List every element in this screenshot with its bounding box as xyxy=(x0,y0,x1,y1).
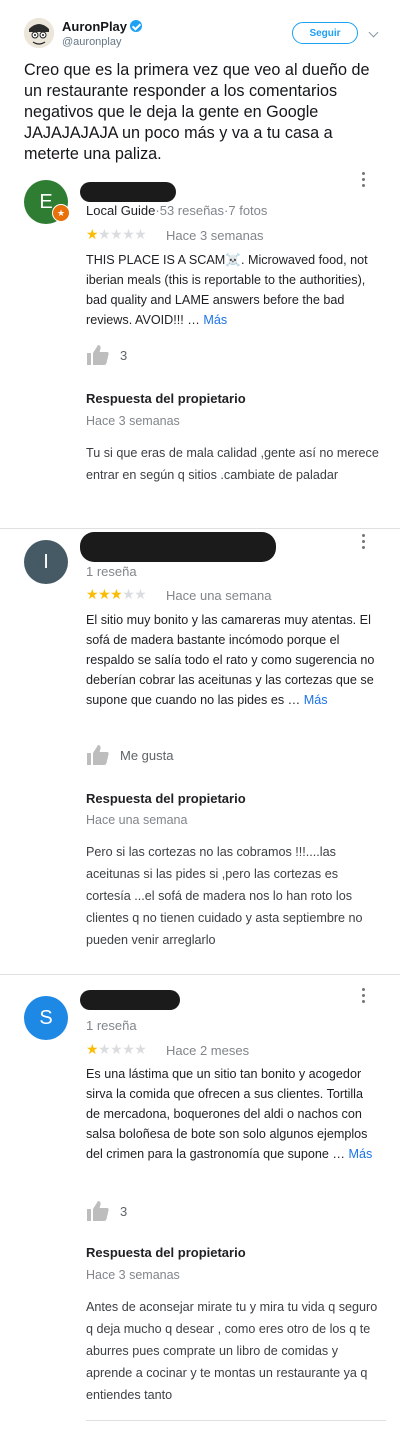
star-empty-icon: ★ xyxy=(134,586,147,602)
reviewer-name-redacted xyxy=(80,990,180,1010)
star-empty-icon: ★ xyxy=(98,226,111,242)
star-empty-icon: ★ xyxy=(134,1041,147,1057)
avatar-letter: I xyxy=(43,551,49,573)
avatar[interactable]: S xyxy=(24,996,68,1040)
owner-response-date: Hace una semana xyxy=(86,813,188,827)
owner-response-text: Tu si que eras de mala calidad ,gente as… xyxy=(86,446,379,482)
like-count: 3 xyxy=(120,1203,128,1219)
avatar-cartoon-icon xyxy=(24,18,54,48)
reviewer-meta[interactable]: Local Guide·53 reseñas·7 fotos xyxy=(86,203,267,218)
avatar[interactable] xyxy=(24,18,54,48)
star-empty-icon: ★ xyxy=(110,1041,123,1057)
owner-response-date: Hace 3 semanas xyxy=(86,414,180,428)
star-empty-icon: ★ xyxy=(122,1041,135,1057)
account-name-text: AuronPlay xyxy=(62,19,128,34)
star-empty-icon: ★ xyxy=(134,226,147,242)
local-guide-label: Local Guide xyxy=(86,203,156,218)
owner-response-date: Hace 3 semanas xyxy=(86,1268,180,1282)
owner-response-text: Antes de aconsejar mirate tu y mira tu v… xyxy=(86,1300,378,1402)
reviewer-name-redacted xyxy=(80,182,176,202)
more-options-icon[interactable] xyxy=(362,534,366,549)
divider xyxy=(86,1420,386,1421)
reviewer-stats[interactable]: 1 reseña xyxy=(86,564,137,579)
more-options-icon[interactable] xyxy=(362,988,366,1003)
reviewer-stats: ·53 reseñas·7 fotos xyxy=(155,203,268,218)
review-text: THIS PLACE IS A SCAM☠️. Microwaved food,… xyxy=(86,250,378,330)
follow-button[interactable]: Seguir xyxy=(292,22,358,44)
review-body: Es una lástima que un sitio tan bonito y… xyxy=(86,1067,368,1161)
more-link[interactable]: Más xyxy=(349,1147,373,1161)
star-empty-icon: ★ xyxy=(122,586,135,602)
reviewer-stats[interactable]: 1 reseña xyxy=(86,1018,137,1033)
star-filled-icon: ★ xyxy=(110,586,123,602)
chevron-down-icon[interactable] xyxy=(368,27,379,38)
star-empty-icon: ★ xyxy=(110,226,123,242)
star-rating: ★★★★★ xyxy=(86,1041,147,1058)
thumbs-up-icon xyxy=(87,345,109,365)
tweet-header: AuronPlay @auronplay Seguir xyxy=(0,0,400,60)
like-button[interactable]: 3 xyxy=(86,342,127,368)
star-filled-icon: ★ xyxy=(86,586,99,602)
avatar-letter: E xyxy=(39,191,53,213)
star-filled-icon: ★ xyxy=(86,226,99,242)
avatar[interactable]: I xyxy=(24,540,68,584)
review-text: Es una lástima que un sitio tan bonito y… xyxy=(86,1064,378,1164)
owner-response-title: Respuesta del propietario xyxy=(86,1245,246,1260)
review-text: El sitio muy bonito y las camareras muy … xyxy=(86,610,378,710)
star-rating: ★★★★★ xyxy=(86,586,147,603)
more-options-icon[interactable] xyxy=(362,172,366,187)
reviewer-name-redacted xyxy=(80,532,276,562)
local-guide-star-icon: ★ xyxy=(52,204,70,222)
like-button[interactable]: 3 xyxy=(86,1198,127,1224)
account-handle[interactable]: @auronplay xyxy=(62,36,121,48)
thumbs-up-icon xyxy=(87,745,109,765)
owner-response-text: Pero si las cortezas no las cobramos !!!… xyxy=(86,845,363,947)
more-link[interactable]: Más xyxy=(203,313,227,327)
star-empty-icon: ★ xyxy=(98,1041,111,1057)
more-link[interactable]: Más xyxy=(304,693,328,707)
review-date: Hace 3 semanas xyxy=(166,228,264,243)
account-name[interactable]: AuronPlay xyxy=(62,19,143,34)
review-date: Hace 2 meses xyxy=(166,1043,250,1058)
avatar-letter: S xyxy=(39,1007,53,1029)
verified-badge-icon xyxy=(130,20,143,32)
owner-response-title: Respuesta del propietario xyxy=(86,391,246,406)
like-label: Me gusta xyxy=(120,747,174,763)
thumbs-up-icon xyxy=(87,1201,109,1221)
tweet-text: Creo que es la primera vez que veo al du… xyxy=(24,61,370,163)
like-button[interactable]: Me gusta xyxy=(86,742,173,768)
divider xyxy=(0,974,400,975)
review-body: El sitio muy bonito y las camareras muy … xyxy=(86,613,375,707)
star-filled-icon: ★ xyxy=(98,586,111,602)
like-count: 3 xyxy=(120,347,128,363)
star-empty-icon: ★ xyxy=(122,226,135,242)
owner-response-title: Respuesta del propietario xyxy=(86,791,246,806)
star-rating: ★★★★★ xyxy=(86,226,147,243)
divider xyxy=(0,528,400,529)
review-date: Hace una semana xyxy=(166,588,272,603)
star-filled-icon: ★ xyxy=(86,1041,99,1057)
